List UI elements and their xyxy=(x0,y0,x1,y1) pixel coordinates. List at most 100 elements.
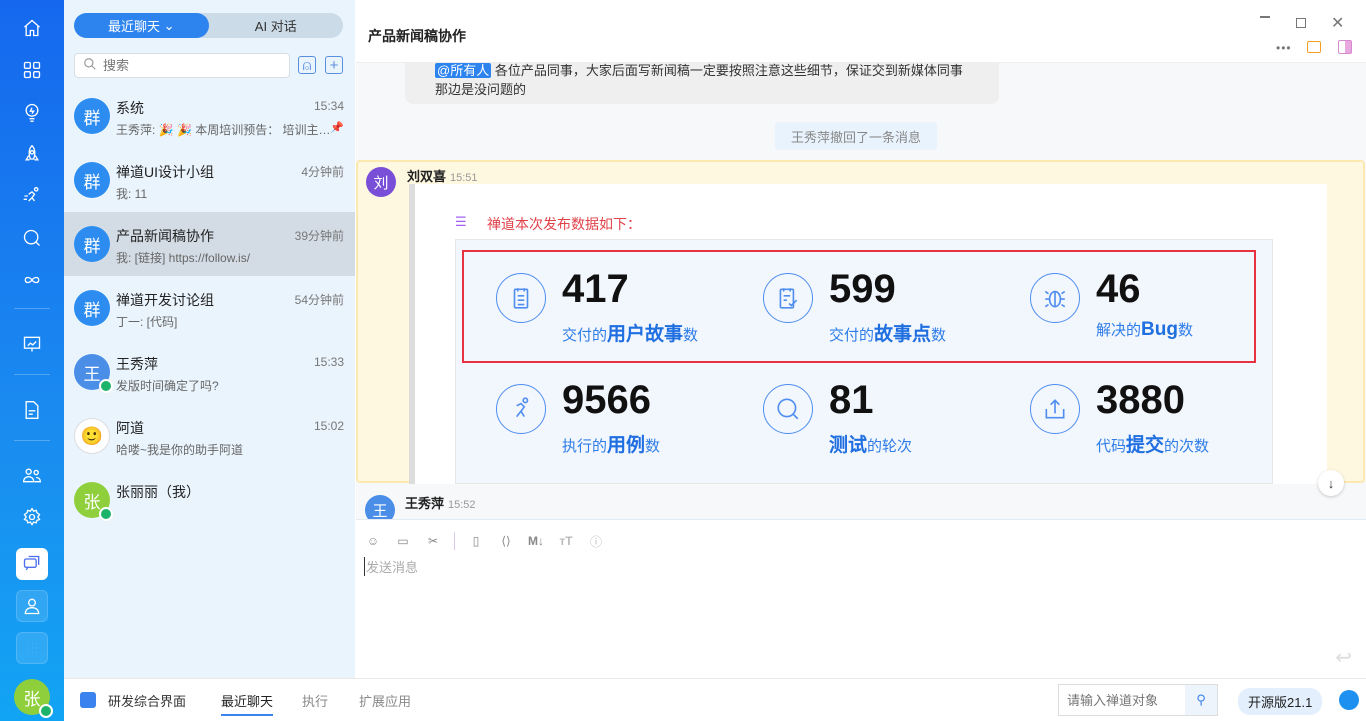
add-icon[interactable]: + xyxy=(325,56,343,74)
sidebar-toggle-icon[interactable] xyxy=(1338,40,1352,54)
message-list: @所有人 各位产品同事，大家后面写新闻稿一定要按照注意这些细节，保证交到新媒体同… xyxy=(356,63,1366,519)
code-icon[interactable]: ⟨⟩ xyxy=(497,532,515,550)
chat-header: 产品新闻稿协作 ✕ ••• xyxy=(356,0,1366,63)
close-icon[interactable]: ✕ xyxy=(1331,13,1344,33)
screenshot-icon[interactable]: ▭ xyxy=(394,532,412,550)
tab-recent-chats[interactable]: 最近聊天 ⌄ xyxy=(74,13,209,38)
file-icon[interactable]: ▯ xyxy=(467,532,485,550)
send-icon[interactable]: ↩ xyxy=(1335,645,1352,670)
chat-preview: 我: [链接] https://follow.is/ xyxy=(116,251,251,265)
chat-list-item[interactable]: 群 产品新闻稿协作 39分钟前 我: [链接] https://follow.i… xyxy=(64,212,355,276)
stat-item: 417 交付的用户故事数 xyxy=(496,267,746,353)
divider xyxy=(454,532,455,550)
chat-name: 产品新闻稿协作 xyxy=(116,228,214,244)
mention[interactable]: @所有人 xyxy=(435,63,492,78)
chat-main: 产品新闻稿协作 ✕ ••• @所有人 各位产品同事，大家后面写新闻稿一定要按照注… xyxy=(356,0,1366,678)
stat-value: 3880 xyxy=(1096,378,1185,422)
emoji-icon[interactable]: ☺ xyxy=(364,532,382,550)
bug-icon xyxy=(1030,273,1080,323)
chat-list-item[interactable]: 🙂 阿道 15:02 哈喽~我是你的助手阿道 xyxy=(64,404,355,468)
chat-preview: 发版时间确定了吗? xyxy=(116,379,219,393)
search-icon xyxy=(83,57,97,74)
online-badge xyxy=(39,704,53,718)
sender-name: 王秀萍 15:52 xyxy=(405,496,476,511)
stat-item: 81 测试的轮次 xyxy=(763,378,1013,464)
board-icon[interactable] xyxy=(16,328,48,360)
users-icon[interactable] xyxy=(16,459,48,491)
avatar: 群 xyxy=(74,226,110,262)
run-case-icon xyxy=(496,384,546,434)
recall-notice: 王秀萍撤回了一条消息 xyxy=(775,122,937,150)
chat-name: 禅道开发讨论组 xyxy=(116,292,214,308)
message-input[interactable]: 发送消息 xyxy=(364,557,418,576)
chat-icon[interactable] xyxy=(16,548,48,580)
markdown-icon[interactable]: M↓ xyxy=(527,532,545,550)
scroll-down-icon[interactable]: ↓ xyxy=(1318,470,1344,496)
grid-icon[interactable] xyxy=(16,54,48,86)
message-bubble: @所有人 各位产品同事，大家后面写新闻稿一定要按照注意这些细节，保证交到新媒体同… xyxy=(405,63,999,104)
stats-panel: 417 交付的用户故事数 599 交付的故事点数 46 解决的Bug数 9566… xyxy=(455,239,1273,484)
chat-preview: 丁一: [代码] xyxy=(116,315,178,329)
restore-icon[interactable] xyxy=(1296,18,1306,28)
stat-label: 解决的Bug数 xyxy=(1096,319,1193,340)
app-name[interactable]: 研发综合界面 xyxy=(108,691,186,710)
chat-list-item[interactable]: 王 王秀萍 15:33 发版时间确定了吗? xyxy=(64,340,355,404)
gear-icon[interactable] xyxy=(16,501,48,533)
contacts-icon[interactable]: ⍝ xyxy=(298,56,316,74)
more-icon[interactable]: ••• xyxy=(1276,41,1292,55)
search-circle-icon[interactable] xyxy=(16,222,48,254)
document-icon[interactable] xyxy=(16,394,48,426)
tab-ai-chat[interactable]: AI 对话 xyxy=(209,13,344,38)
stat-label: 执行的用例数 xyxy=(562,435,661,456)
home-icon[interactable] xyxy=(16,12,48,44)
chat-list-item[interactable]: 张 张丽丽（我） xyxy=(64,468,355,532)
bulb-icon[interactable] xyxy=(16,96,48,128)
avatar: 🙂 xyxy=(74,418,110,454)
font-size-icon[interactable]: тT xyxy=(557,532,575,550)
minimize-icon[interactable] xyxy=(1260,16,1270,18)
list-icon: ☰ xyxy=(455,214,467,229)
avatar: 群 xyxy=(74,162,110,198)
rocket-icon[interactable] xyxy=(16,138,48,170)
image-card[interactable]: ☰ 禅道本次发布数据如下： 417 交付的用户故事数 599 交付的故事点数 4… xyxy=(409,184,1327,484)
history-icon[interactable] xyxy=(1307,41,1321,53)
user-icon[interactable] xyxy=(16,590,48,622)
avatar: 群 xyxy=(74,98,110,134)
story-icon xyxy=(496,273,546,323)
divider xyxy=(14,440,50,441)
avatar[interactable]: 王 xyxy=(365,495,395,519)
stat-value: 46 xyxy=(1096,267,1141,311)
search-icon[interactable]: ⚲ xyxy=(1185,685,1217,715)
chat-name: 王秀萍 xyxy=(116,356,158,372)
search-input[interactable] xyxy=(103,58,273,73)
message-time: 15:52 xyxy=(448,499,476,511)
story-point-icon xyxy=(763,273,813,323)
chat-list-item[interactable]: 群 禅道UI设计小组 4分钟前 我: 11 xyxy=(64,148,355,212)
chevron-down-icon: ⌄ xyxy=(163,17,175,33)
message-editor[interactable]: ☺ ▭ ✂ ▯ ⟨⟩ M↓ тT ⓘ 发送消息 ↩ xyxy=(356,519,1366,678)
tab-execution[interactable]: 执行 xyxy=(302,691,328,710)
avatar: 张 xyxy=(74,482,113,521)
zentao-logo-icon[interactable] xyxy=(1339,690,1359,710)
help-icon[interactable]: ⓘ xyxy=(587,532,605,550)
robot-avatar-icon: 🙂 xyxy=(80,425,104,446)
chat-list-item[interactable]: 群 禅道开发讨论组 54分钟前 丁一: [代码] xyxy=(64,276,355,340)
avatar[interactable]: 刘 xyxy=(366,167,396,197)
infinity-icon[interactable] xyxy=(16,264,48,296)
chat-name: 禅道UI设计小组 xyxy=(116,164,214,180)
message-time: 15:51 xyxy=(450,172,478,184)
chat-list-item[interactable]: 群 系统 15:34 王秀萍: 🎉 🎉 本周培训预告： 培训主… 📌 xyxy=(64,84,355,148)
runner-icon[interactable] xyxy=(16,180,48,212)
version-badge[interactable]: 开源版21.1 xyxy=(1238,688,1323,715)
highlighted-message: 刘 刘双喜 15:51 ☰ 禅道本次发布数据如下： 417 交付的用户故事数 59… xyxy=(356,160,1365,496)
user-avatar[interactable]: 张 xyxy=(14,679,53,718)
stat-label: 交付的用户故事数 xyxy=(562,324,699,345)
apps-icon[interactable] xyxy=(16,632,48,664)
tab-recent[interactable]: 最近聊天 xyxy=(221,691,274,716)
tab-extensions[interactable]: 扩展应用 xyxy=(359,691,411,710)
cut-icon[interactable]: ✂ xyxy=(424,532,442,550)
object-search-input[interactable] xyxy=(1059,685,1185,715)
chat-time: 15:34 xyxy=(313,99,344,113)
stat-item: 3880 代码提交的次数 xyxy=(1030,378,1280,464)
stat-item: 599 交付的故事点数 xyxy=(763,267,1013,353)
